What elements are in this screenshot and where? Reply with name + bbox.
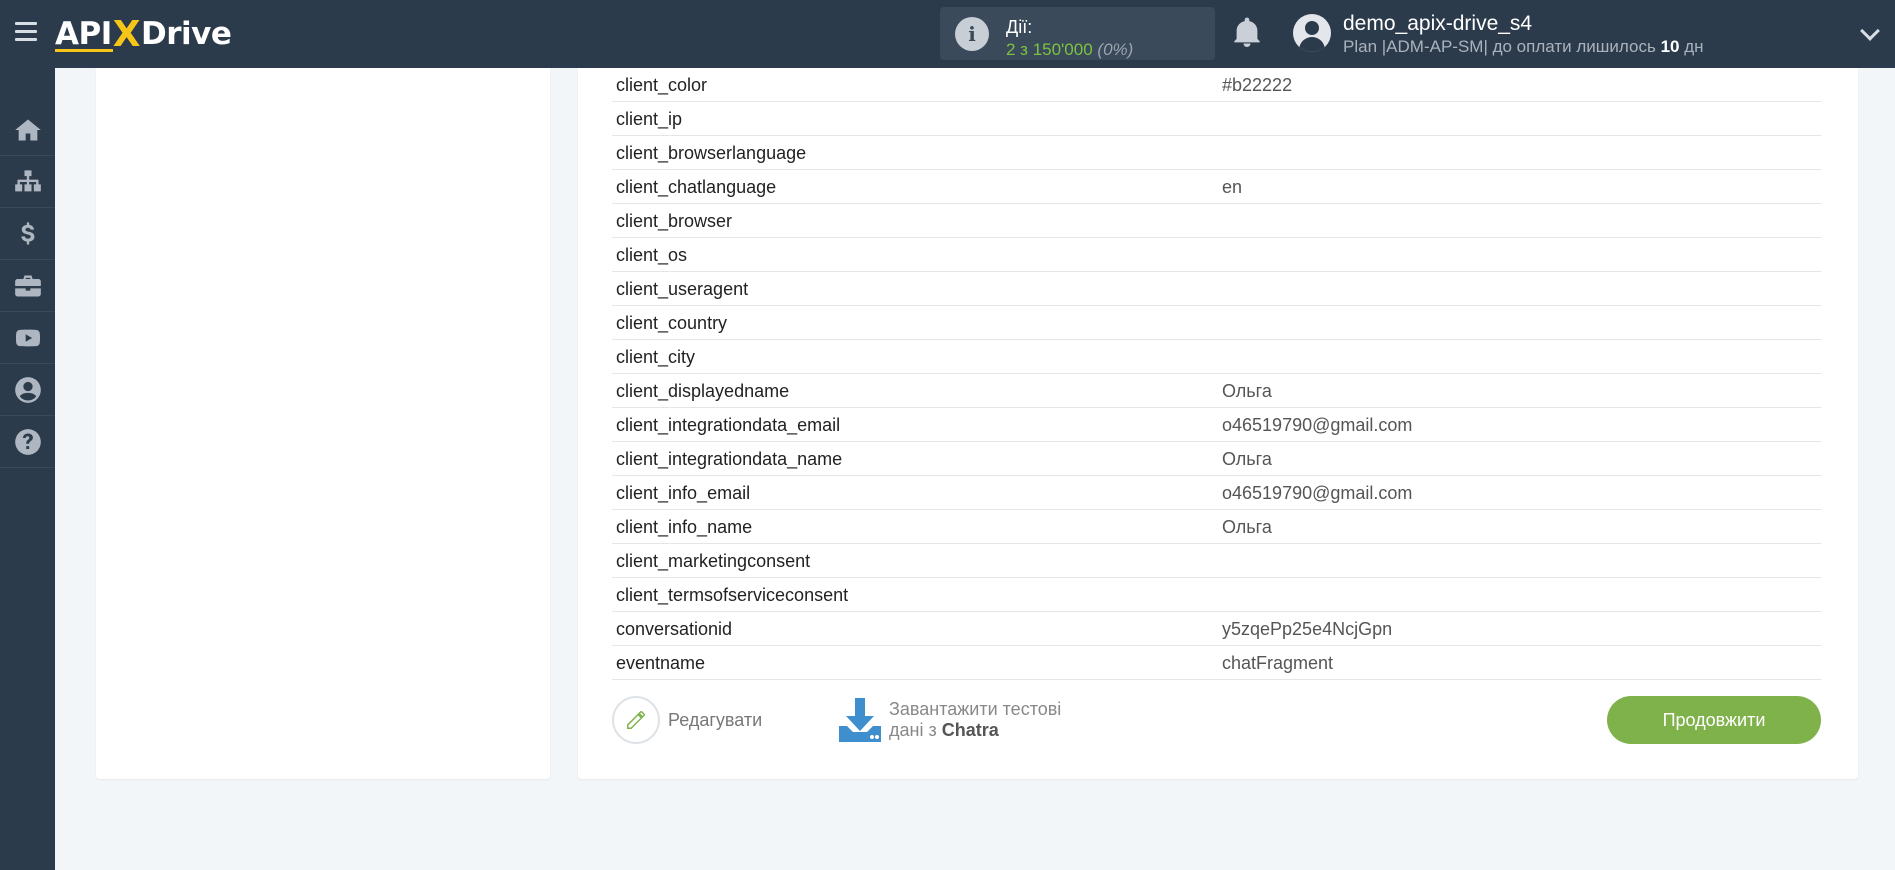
download-test-data-button[interactable]: Завантажити тестові дані з Chatra [837,696,1061,744]
youtube-icon [15,329,40,346]
table-row: client_os [612,238,1821,272]
field-key: client_ip [616,109,683,129]
top-bar: API X Drive i Дії: 2 з 150'000 (0%) demo_a… [0,0,1895,68]
field-value: #b22222 [1222,75,1293,95]
table-row: client_browserlanguage [612,136,1821,170]
table-row: client_color #b22222 [612,68,1821,102]
field-key: client_integrationdata_name [616,449,843,469]
field-key: client_integrationdata_email [616,415,841,435]
dollar-icon [20,221,34,244]
field-key: client_country [616,313,728,333]
field-key: client_termsofserviceconsent [616,585,849,605]
help-icon [14,428,41,455]
table-row: client_termsofserviceconsent [612,578,1821,612]
continue-button[interactable]: Продовжити [1607,696,1821,744]
field-value: Ольга [1222,517,1272,537]
field-value: en [1222,177,1243,197]
download-source: Chatra [941,720,999,740]
field-value: Ольга [1222,381,1272,401]
table-row: client_displayedname Ольга [612,374,1821,408]
field-key: client_info_email [616,483,751,503]
user-icon [14,376,41,403]
days-left: 10 [1660,37,1680,56]
actions-counter: i Дії: 2 з 150'000 (0%) [940,7,1215,60]
download-line2-prefix: дані з [889,720,937,740]
table-row: client_city [612,340,1821,374]
download-icon [839,698,881,742]
pencil-icon [612,696,660,744]
field-key: client_marketingconsent [616,551,811,571]
field-key: client_info_name [616,517,753,537]
chevron-down-icon[interactable] [1860,21,1880,41]
info-icon: i [955,17,989,51]
table-row: conversationid y5zqePp25e4NcjGpn [612,612,1821,646]
sidebar-item-help[interactable] [0,416,55,468]
sidebar [0,68,55,870]
plan-info: Plan |ADM-AP-SM| до оплати лишилось 10 д… [1343,37,1704,57]
sidebar-item-services[interactable] [0,260,55,312]
field-value: Ольга [1222,449,1272,469]
field-key: conversationid [616,619,733,639]
avatar[interactable] [1293,14,1331,52]
field-key: client_os [616,245,688,265]
sidebar-item-billing[interactable] [0,208,55,260]
table-row: client_info_email o46519790@gmail.com [612,476,1821,510]
field-key: client_city [616,347,696,367]
sidebar-item-account[interactable] [0,364,55,416]
fields-table: client_color #b22222 client_ip client_brows… [612,68,1821,680]
main-panel: client_color #b22222 client_ip client_brows… [578,68,1858,779]
table-row: client_marketingconsent [612,544,1821,578]
download-line1: Завантажити тестові [889,699,1062,719]
field-key: client_color [616,75,708,95]
table-row: client_country [612,306,1821,340]
briefcase-icon [14,275,41,296]
edit-button[interactable]: Редагувати [612,696,762,744]
table-row: client_useragent [612,272,1821,306]
field-key: client_browserlanguage [616,143,807,163]
sidebar-item-video[interactable] [0,312,55,364]
table-row: client_integrationdata_name Ольга [612,442,1821,476]
sitemap-icon [14,169,41,191]
table-row: client_chatlanguage en [612,170,1821,204]
download-line2: дані з Chatra [889,720,1061,741]
table-row: client_integrationdata_email o46519790@gm… [612,408,1821,442]
field-key: client_useragent [616,279,749,299]
field-key: eventname [616,653,706,673]
actions-label: Дії: [1006,17,1033,37]
left-panel [96,68,550,779]
days-unit: дн [1684,37,1704,56]
sidebar-item-connections[interactable] [0,156,55,208]
logo[interactable]: API X Drive [55,12,232,56]
field-value: y5zqePp25e4NcjGpn [1222,619,1393,639]
table-row: client_ip [612,102,1821,136]
actions-percent: (0%) [1097,40,1134,59]
table-row: eventname chatFragment [612,646,1821,680]
field-value: o46519790@gmail.com [1222,415,1413,435]
field-value: o46519790@gmail.com [1222,483,1413,503]
field-key: client_browser [616,211,733,231]
home-icon [14,119,41,140]
field-value: chatFragment [1222,653,1334,673]
download-label: Завантажити тестові дані з Chatra [889,699,1061,741]
actions-count: 2 з 150'000 [1006,40,1093,59]
bell-icon[interactable] [1233,17,1261,47]
table-row: client_info_name Ольга [612,510,1821,544]
field-key: client_chatlanguage [616,177,777,197]
menu-icon[interactable] [15,22,37,41]
field-key: client_displayedname [616,381,790,401]
actions-value: 2 з 150'000 (0%) [1006,40,1133,60]
plan-text: Plan |ADM-AP-SM| до оплати лишилось [1343,37,1656,56]
sidebar-item-home[interactable] [0,104,55,156]
username[interactable]: demo_apix-drive_s4 [1343,12,1532,36]
table-row: client_browser [612,204,1821,238]
edit-label: Редагувати [668,709,763,730]
